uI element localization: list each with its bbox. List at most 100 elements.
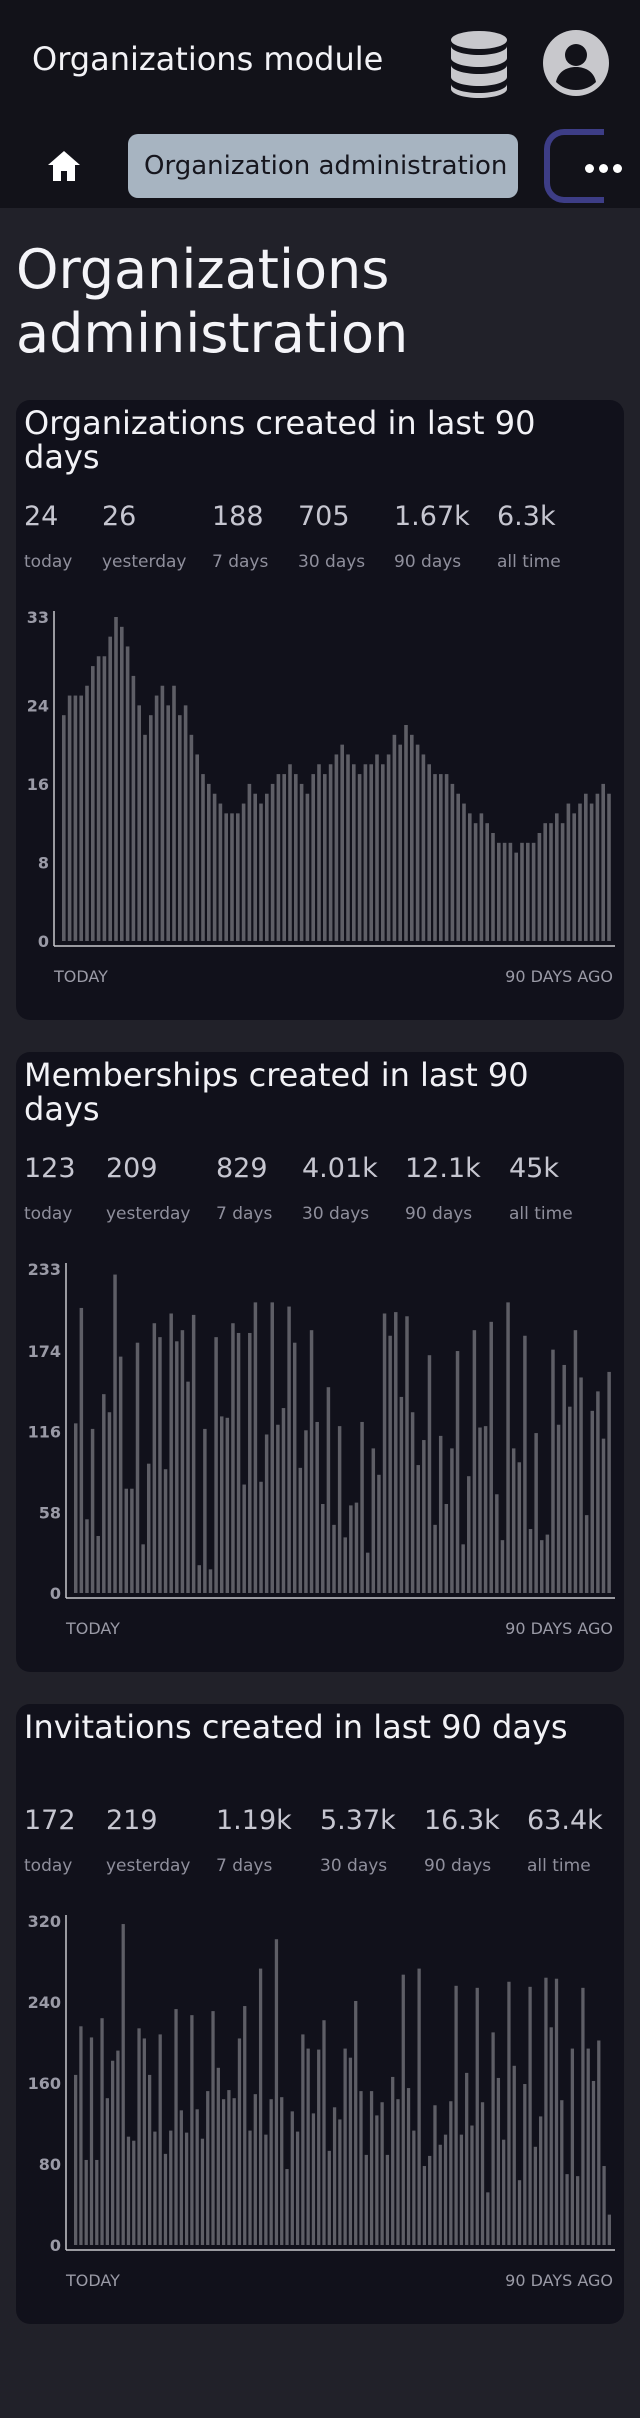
- chart-bar: [483, 1426, 488, 1593]
- chart-bar: [169, 2130, 173, 2245]
- chart-bar: [590, 1410, 595, 1593]
- chart-bar: [365, 1552, 370, 1593]
- chart-bar: [237, 2038, 242, 2245]
- home-icon[interactable]: [46, 149, 82, 183]
- chart-bar: [285, 2169, 289, 2245]
- chart-bar: [147, 2074, 152, 2245]
- chart-bar: [152, 1323, 157, 1593]
- y-tick-label: 16: [27, 775, 49, 794]
- chart-bar: [496, 2077, 501, 2245]
- chart-bar: [91, 666, 95, 941]
- chart-bar: [231, 1323, 235, 1593]
- chart-bar: [95, 2159, 99, 2245]
- chart-bar: [248, 1332, 252, 1593]
- x-axis-label-today: TODAY: [65, 2271, 120, 2290]
- bar-chart: 0 80 160 240 320 TODAY 90 DAYS AGO: [28, 1912, 615, 2290]
- chart-bar: [562, 1364, 566, 1593]
- chart-bar: [405, 1316, 409, 1593]
- chart-bar: [570, 2048, 575, 2245]
- chart-bar: [276, 1424, 280, 1593]
- chart-bar: [132, 2140, 136, 2245]
- y-tick-label: 58: [39, 1503, 61, 1522]
- chart-bar: [321, 1504, 325, 1593]
- chart-bar: [317, 2049, 321, 2245]
- chart-bar: [299, 783, 304, 941]
- chart-bar: [219, 1416, 224, 1593]
- chart-bar: [391, 2076, 395, 2245]
- chart-bar: [495, 1494, 499, 1593]
- chart-bar: [595, 793, 600, 941]
- chart-bar: [102, 656, 107, 941]
- chart-bar: [89, 2037, 94, 2245]
- chart-bar: [475, 1987, 479, 2245]
- more-dot: [584, 163, 594, 173]
- chart-bar: [323, 774, 327, 941]
- more-horizontal-icon[interactable]: [566, 139, 640, 197]
- chart-bar: [497, 842, 501, 941]
- chart-bar: [556, 1424, 561, 1593]
- y-tick-label: 240: [28, 1993, 61, 2012]
- chart-bar: [566, 803, 571, 941]
- chart-bar: [349, 1505, 353, 1593]
- chart-bar: [449, 2101, 453, 2245]
- chart-bar: [472, 1330, 477, 1593]
- chart-bar: [514, 852, 518, 941]
- chart-bar: [417, 1968, 421, 2245]
- chart-bar: [79, 695, 83, 941]
- chart-bar: [506, 1302, 510, 1593]
- chart-bar: [465, 2072, 469, 2246]
- chart-bar: [124, 1488, 129, 1593]
- chart-bar: [459, 2134, 464, 2245]
- chart-bar: [602, 2166, 606, 2245]
- chart-bar: [253, 1302, 258, 1593]
- chart-bar: [225, 1417, 230, 1593]
- chart-bar: [607, 1371, 611, 1593]
- chart-bar: [242, 1484, 246, 1593]
- chart-bar: [343, 1537, 347, 1593]
- chart-bar: [305, 793, 310, 941]
- database-icon[interactable]: [450, 30, 508, 98]
- chart-bar: [412, 2130, 416, 2245]
- chart-bar: [543, 823, 547, 941]
- chart-bar: [508, 842, 513, 941]
- chart-bar: [337, 1426, 342, 1593]
- chart-bar: [352, 764, 356, 941]
- chart-bar: [191, 1314, 196, 1593]
- chart-bar: [243, 2006, 247, 2245]
- chart-bar: [120, 626, 124, 941]
- chart-bar: [572, 813, 576, 941]
- chart-bar: [343, 2048, 347, 2245]
- chart-bar: [354, 1502, 359, 1593]
- chart-bar: [421, 754, 426, 941]
- chart-bar: [107, 1412, 112, 1593]
- chart-bar: [410, 1412, 415, 1593]
- chart-bar: [332, 1524, 336, 1593]
- chart-bar: [259, 803, 263, 941]
- chart-bar: [491, 833, 495, 941]
- chart-bar: [545, 1534, 550, 1593]
- chart-bar: [322, 2020, 326, 2245]
- chart-bar: [388, 1335, 392, 1593]
- chart-bar: [137, 705, 141, 941]
- chart-bar: [328, 764, 333, 941]
- chart-bar: [394, 1312, 398, 1593]
- tab-organization-administration[interactable]: Organization administration: [128, 134, 518, 198]
- chart-bar: [565, 2174, 569, 2246]
- chart-bar: [85, 685, 89, 941]
- chart-bar: [489, 1321, 493, 1593]
- chart-bar: [282, 774, 286, 941]
- chart-bar: [294, 774, 298, 941]
- chart-bar: [197, 1565, 201, 1593]
- chart-bar: [491, 2032, 495, 2246]
- user-avatar-icon[interactable]: [543, 30, 609, 96]
- chart-bar: [247, 783, 252, 941]
- chart-bar: [573, 1330, 578, 1593]
- chart-bar: [79, 2026, 83, 2245]
- chart-bar: [526, 842, 530, 941]
- chart-bar: [332, 2107, 337, 2245]
- chart-bar: [96, 656, 101, 941]
- chart-bar: [221, 2099, 226, 2245]
- chart-bar: [306, 2048, 310, 2245]
- chart-bar: [146, 1463, 151, 1593]
- chart-bar: [512, 2065, 516, 2245]
